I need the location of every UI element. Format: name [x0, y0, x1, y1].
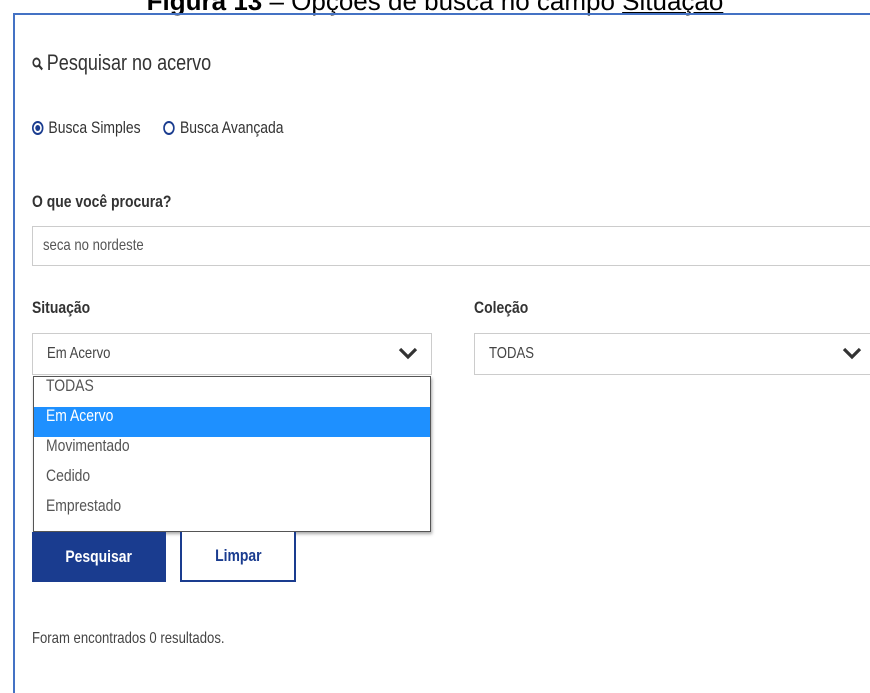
radio-label: Busca Simples — [48, 118, 141, 137]
radio-checked-icon[interactable] — [32, 121, 44, 135]
option-label: Cedido — [46, 466, 91, 485]
chevron-down-icon — [398, 347, 418, 360]
dropdown-option-emprestado[interactable]: Emprestado — [34, 496, 430, 527]
chevron-down-icon — [842, 347, 862, 360]
situacao-label: Situação — [32, 298, 91, 317]
option-label: Em Acervo — [46, 406, 114, 425]
query-label: O que você procura? — [32, 192, 172, 211]
search-button[interactable]: Pesquisar — [32, 532, 166, 582]
page-title: Pesquisar no acervo — [32, 50, 211, 76]
page-title-text: Pesquisar no acervo — [46, 50, 212, 75]
colecao-selected-value: TODAS — [489, 345, 534, 362]
search-mode-group: Busca Simples Busca Avançada — [32, 118, 307, 138]
radio-unchecked-icon[interactable] — [163, 121, 176, 135]
radio-busca-simples[interactable]: Busca Simples — [32, 118, 141, 138]
colecao-label: Coleção — [474, 298, 529, 317]
radio-busca-avancada[interactable]: Busca Avançada — [163, 118, 284, 138]
situacao-selected-value: Em Acervo — [47, 345, 111, 362]
situacao-dropdown-list: TODAS Em Acervo Movimentado Cedido Empre… — [33, 376, 431, 532]
dropdown-option-movimentado[interactable]: Movimentado — [34, 436, 430, 467]
clear-button[interactable]: Limpar — [180, 532, 296, 582]
clear-button-label: Limpar — [214, 546, 262, 565]
option-label: Emprestado — [46, 496, 122, 515]
search-input-value: seca no nordeste — [43, 237, 144, 254]
situacao-select[interactable]: Em Acervo — [32, 333, 432, 375]
option-label: Movimentado — [46, 436, 130, 455]
results-count-text: Foram encontrados 0 resultados. — [32, 630, 225, 647]
radio-label: Busca Avançada — [179, 118, 284, 137]
option-label: TODAS — [46, 376, 94, 395]
search-icon — [32, 50, 47, 76]
colecao-select[interactable]: TODAS — [474, 333, 870, 375]
search-input[interactable]: seca no nordeste — [32, 226, 870, 266]
search-button-label: Pesquisar — [65, 547, 133, 566]
